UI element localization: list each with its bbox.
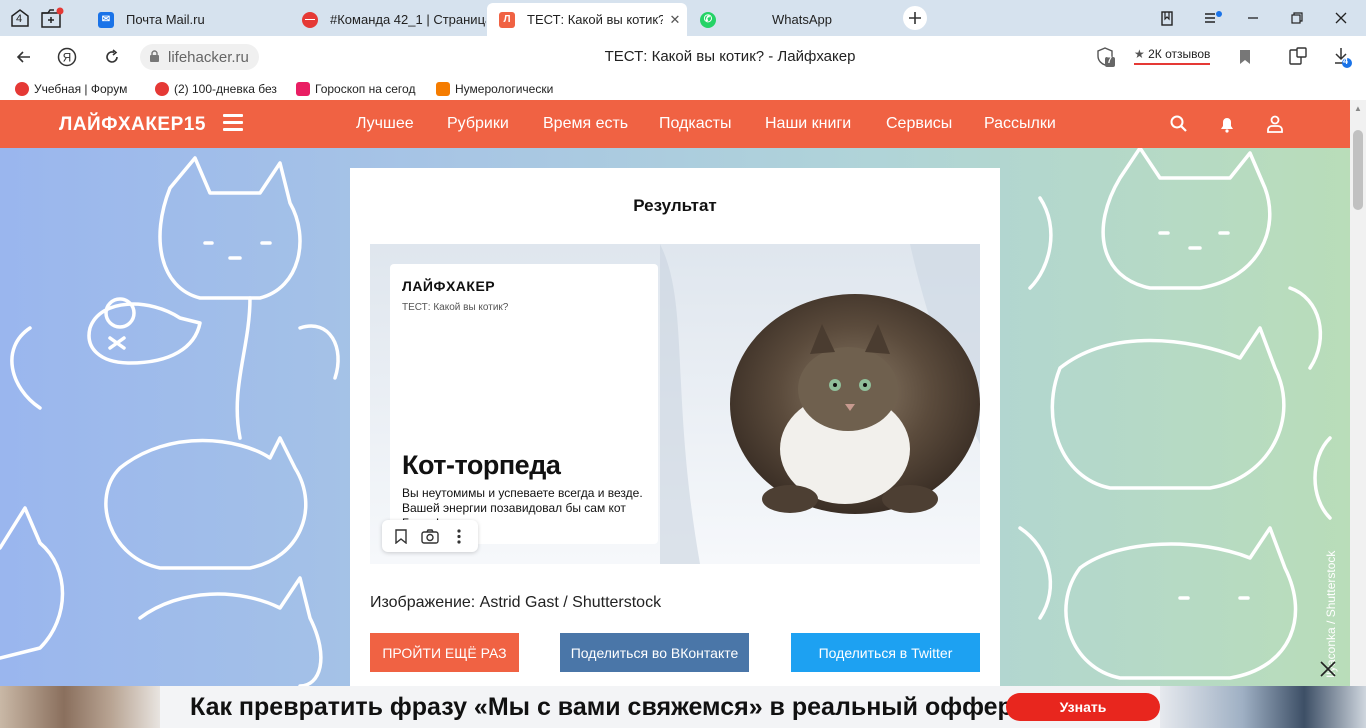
tab-counter: 4 [16, 13, 23, 25]
result-name: Кот-торпеда [402, 450, 561, 480]
bookmark-numerology[interactable]: Нумерологически [436, 80, 562, 98]
url-text: lifehacker.ru [168, 48, 249, 66]
bookmark-horoscope[interactable]: Гороскоп на сегод [296, 80, 424, 98]
tab-mail[interactable]: ✉ Почта Mail.ru [86, 3, 286, 36]
share-twitter-button[interactable]: Поделиться в Twitter [791, 633, 980, 672]
tab-forum[interactable]: — #Команда 42_1 | Страница [290, 3, 486, 36]
lifehacker-icon: Л [499, 11, 515, 28]
svg-text:Ilyaconka / Shutterstock: Ilyaconka / Shutterstock [1324, 550, 1338, 678]
reviews-button[interactable]: ★ 2К отзывов [1134, 47, 1211, 65]
share-vk-button[interactable]: Поделиться во ВКонтакте [560, 633, 749, 672]
minimize-icon[interactable] [1238, 6, 1268, 30]
ad-learn-more-button[interactable]: Узнать [1006, 693, 1160, 721]
address-bar: Я lifehacker.ru ТЕСТ: Какой вы котик? - … [0, 36, 1366, 78]
nav-podcasts[interactable]: Подкасты [659, 115, 731, 133]
page-scrollbar[interactable]: ▲ [1350, 100, 1366, 686]
page-title: ТЕСТ: Какой вы котик? - Лайфхакер [604, 48, 856, 65]
odnoklassniki-icon [436, 82, 450, 96]
image-toolbar [382, 520, 478, 552]
forum-icon [15, 82, 29, 96]
scroll-thumb[interactable] [1353, 130, 1363, 210]
scroll-up-icon[interactable]: ▲ [1354, 104, 1362, 113]
nav-time[interactable]: Время есть [543, 115, 628, 133]
ad-text: Как превратить фразу «Мы с вами свяжемся… [190, 693, 1013, 721]
background-credit: Ilyaconka / Shutterstock [1324, 550, 1338, 678]
whatsapp-icon: ✆ [700, 11, 716, 28]
reviews-count: 2К отзывов [1148, 47, 1211, 61]
bookmark-100-day[interactable]: (2) 100-дневка без [155, 80, 283, 98]
browser-tab-bar: 4 ✉ Почта Mail.ru — #Команда 42_1 | Стра… [0, 0, 1366, 36]
restore-icon[interactable] [1282, 6, 1312, 30]
site-logo[interactable]: ЛАЙФХАКЕР15 [59, 114, 206, 136]
ad-photo-left [0, 686, 160, 728]
bookmark-icon[interactable] [390, 525, 412, 547]
nav-best[interactable]: Лучшее [356, 115, 414, 133]
close-ad-icon[interactable] [1319, 660, 1337, 678]
retry-test-button[interactable]: ПРОЙТИ ЕЩЁ РАЗ [370, 633, 519, 672]
thumbs-up-icon [296, 82, 310, 96]
reload-icon[interactable] [100, 45, 124, 69]
hamburger-menu-icon[interactable] [223, 114, 243, 132]
bookmark-page-icon[interactable] [1233, 45, 1257, 69]
nav-rubrics[interactable]: Рубрики [447, 115, 509, 133]
nav-newsletters[interactable]: Рассылки [984, 115, 1056, 133]
card-logo: ЛАЙФХАКЕР [402, 278, 496, 294]
close-window-icon[interactable] [1326, 6, 1356, 30]
back-icon[interactable] [12, 45, 36, 69]
result-overlay-card: ЛАЙФХАКЕР ТЕСТ: Какой вы котик? Кот-торп… [390, 264, 658, 544]
nav-services[interactable]: Сервисы [886, 115, 952, 133]
tab-lifehacker[interactable]: Л ТЕСТ: Какой вы котик? ✕ [487, 3, 687, 36]
lock-icon [150, 50, 159, 62]
extensions-icon[interactable] [1286, 45, 1310, 69]
bookmarks-bar: Учебная | Форум (2) 100-дневка без Горос… [0, 78, 1366, 100]
protect-badge: 7 [1107, 55, 1113, 65]
tab-counter-icon[interactable]: 4 [8, 6, 32, 30]
more-options-icon[interactable] [448, 525, 470, 547]
collections-icon[interactable] [1152, 6, 1182, 30]
downloads-badge: 4 [1343, 56, 1349, 66]
search-icon[interactable] [1169, 114, 1189, 134]
result-heading: Результат [633, 196, 717, 215]
mail-icon: ✉ [98, 11, 114, 28]
camera-icon[interactable] [419, 525, 441, 547]
image-credit: Изображение: Astrid Gast / Shutterstock [370, 594, 662, 611]
svg-text:Я: Я [63, 51, 72, 65]
forum-icon [155, 82, 169, 96]
user-icon[interactable] [1265, 114, 1285, 134]
ad-photo-right [1160, 686, 1366, 728]
new-tab-group-icon[interactable] [40, 6, 64, 30]
bookmark-forum[interactable]: Учебная | Форум [15, 80, 141, 98]
downloads-icon[interactable]: 4 [1330, 45, 1354, 69]
card-subtitle: ТЕСТ: Какой вы котик? [402, 302, 509, 313]
close-tab-icon[interactable]: ✕ [663, 12, 687, 28]
nav-books[interactable]: Наши книги [765, 115, 851, 133]
menu-icon[interactable] [1198, 6, 1228, 30]
ad-banner[interactable]: Как превратить фразу «Мы с вами свяжемся… [0, 686, 1366, 728]
protect-icon[interactable]: 7 [1094, 45, 1118, 69]
bell-icon[interactable] [1217, 114, 1237, 134]
new-tab-icon[interactable] [903, 6, 927, 30]
yandex-icon[interactable]: Я [55, 45, 79, 69]
tab-whatsapp[interactable]: ✆ WhatsApp [688, 3, 888, 36]
site-header: ЛАЙФХАКЕР15 Лучшее Рубрики Время есть По… [0, 100, 1350, 148]
star-icon: ★ [1134, 47, 1145, 61]
url-field[interactable]: lifehacker.ru [140, 44, 259, 70]
result-card: Результат ЛАЙФХАКЕР ТЕСТ: Какой вы котик… [350, 168, 1000, 686]
result-image: ЛАЙФХАКЕР ТЕСТ: Какой вы котик? Кот-торп… [370, 244, 980, 564]
forum-icon: — [302, 11, 318, 28]
